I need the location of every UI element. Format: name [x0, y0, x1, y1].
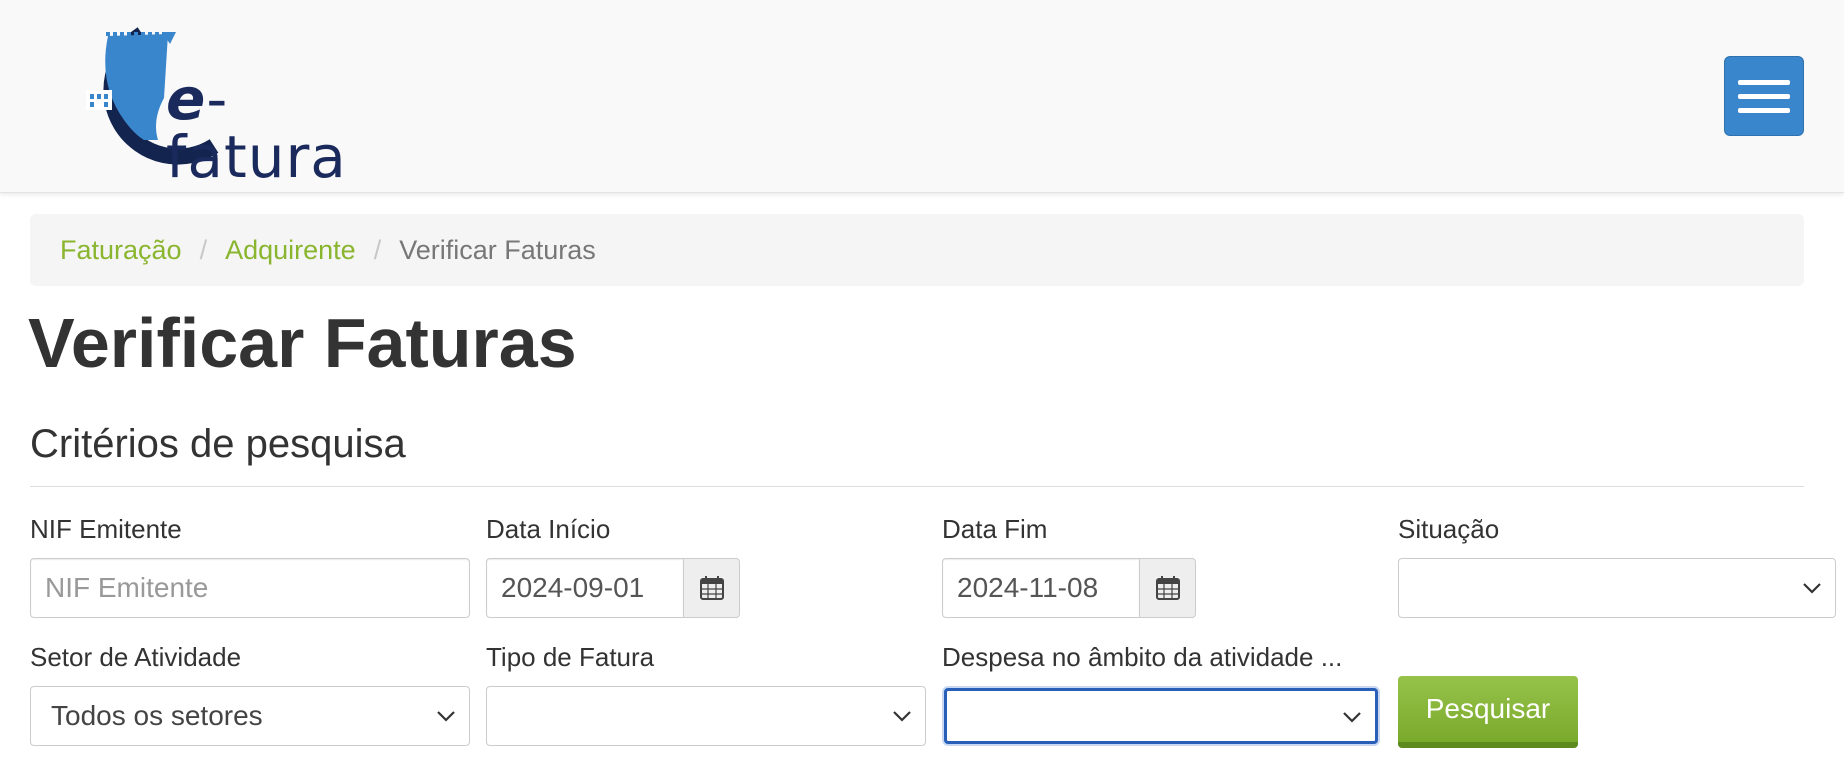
data-inicio-input[interactable]: [486, 558, 684, 618]
nif-emitente-input[interactable]: [30, 558, 470, 618]
top-navbar: e-fatura: [0, 0, 1844, 193]
breadcrumb-item-adquirente[interactable]: Adquirente: [225, 235, 356, 266]
section-title: Critérios de pesquisa: [30, 422, 406, 466]
breadcrumb: Faturação / Adquirente / Verificar Fatur…: [30, 214, 1804, 286]
data-fim-label: Data Fim: [942, 514, 1048, 544]
data-inicio-calendar-button[interactable]: [684, 558, 740, 618]
pesquisar-button[interactable]: Pesquisar: [1398, 676, 1578, 748]
situacao-label: Situação: [1398, 514, 1500, 544]
data-fim-input[interactable]: [942, 558, 1140, 618]
tipo-fatura-select[interactable]: [486, 686, 926, 746]
efatura-logo[interactable]: e-fatura: [64, 24, 384, 186]
efatura-logo-text: e-fatura: [166, 65, 347, 191]
section-divider: [30, 486, 1804, 487]
setor-atividade-select-value: Todos os setores: [51, 700, 263, 731]
calendar-icon: [1155, 576, 1180, 600]
setor-atividade-select[interactable]: Todos os setores: [30, 686, 470, 746]
hamburger-menu-button[interactable]: [1724, 56, 1804, 136]
data-fim-calendar-button[interactable]: [1140, 558, 1196, 618]
tipo-fatura-label: Tipo de Fatura: [486, 642, 655, 672]
data-fim-group: [942, 558, 1196, 618]
data-inicio-label: Data Início: [486, 514, 611, 544]
data-inicio-group: [486, 558, 740, 618]
breadcrumb-current: Verificar Faturas: [399, 234, 596, 265]
page-title: Verificar Faturas: [28, 304, 577, 382]
despesa-atividade-label: Despesa no âmbito da atividade ...: [942, 642, 1343, 672]
chevron-down-icon: [893, 711, 911, 722]
chevron-down-icon: [1343, 712, 1361, 723]
chevron-down-icon: [437, 711, 455, 722]
setor-atividade-label: Setor de Atividade: [30, 642, 242, 672]
breadcrumb-separator: /: [199, 234, 208, 265]
situacao-select[interactable]: [1398, 558, 1836, 618]
despesa-atividade-select[interactable]: [944, 688, 1378, 744]
nif-emitente-label: NIF Emitente: [30, 514, 182, 544]
calendar-icon: [699, 576, 724, 600]
chevron-down-icon: [1803, 583, 1821, 594]
breadcrumb-separator: /: [373, 234, 382, 265]
breadcrumb-item-faturacao[interactable]: Faturação: [60, 235, 182, 266]
hamburger-menu-icon: [1738, 79, 1790, 85]
